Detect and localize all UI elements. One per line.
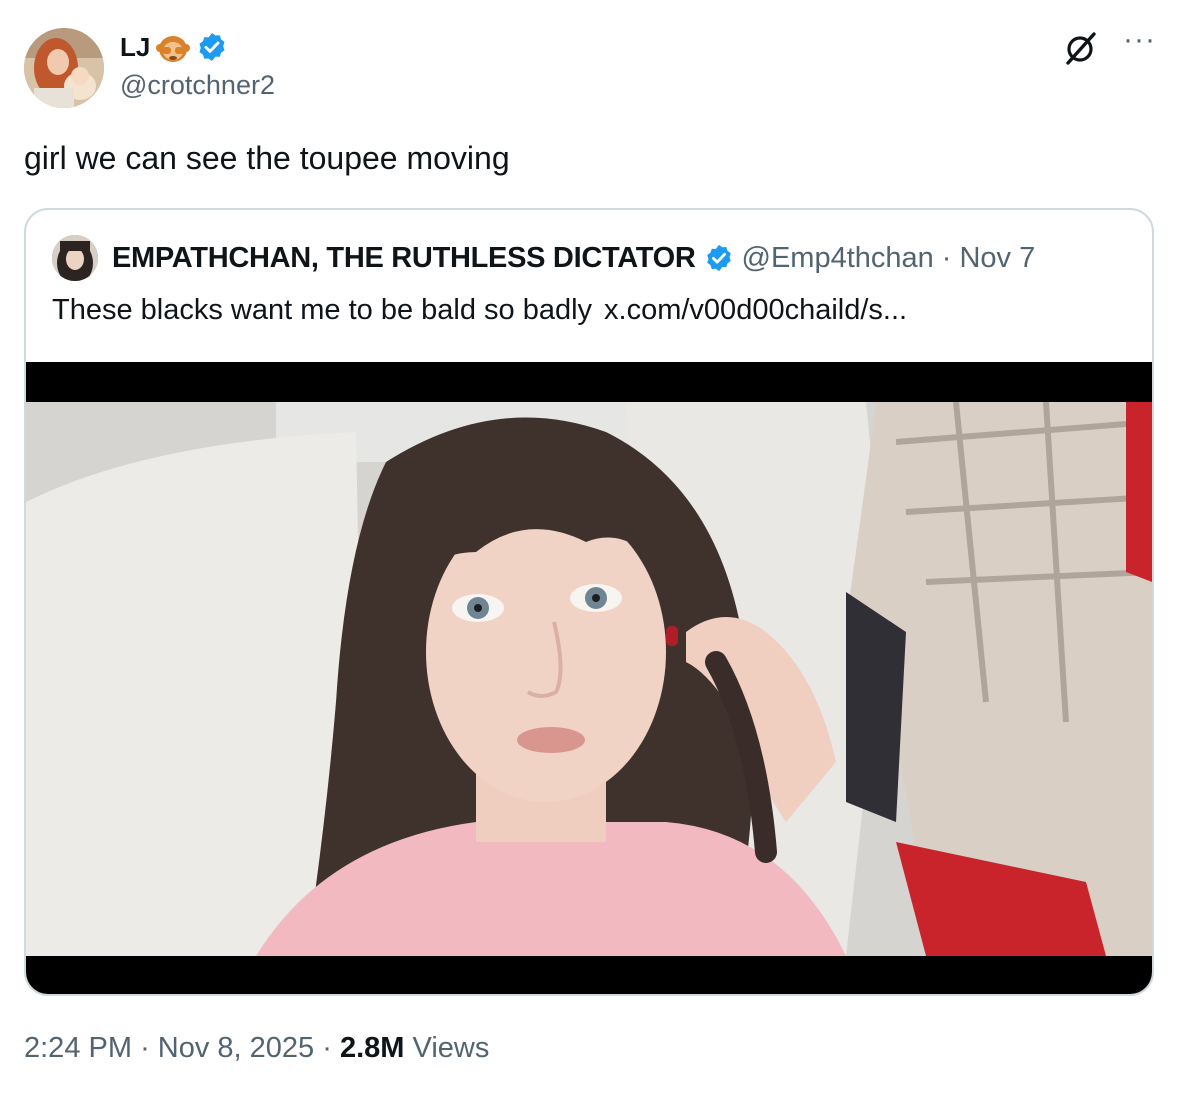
quoted-tweet-media[interactable]: [26, 362, 1152, 994]
quoted-tweet-date: Nov 7: [959, 241, 1036, 274]
quoted-tweet-link[interactable]: x.com/v00d00chaild/s...: [604, 294, 907, 326]
tweet-date[interactable]: Nov 8, 2025: [158, 1032, 314, 1064]
quoted-tweet[interactable]: EMPATHCHAN, THE RUTHLESS DICTATOR @Emp4t…: [24, 208, 1154, 996]
media-image: [26, 402, 1152, 956]
tweet-time[interactable]: 2:24 PM: [24, 1032, 132, 1064]
views-label: Views: [412, 1032, 490, 1064]
quoted-author-avatar: [52, 235, 98, 281]
more-icon[interactable]: ···: [1123, 25, 1156, 55]
separator-dot: ·: [140, 1032, 150, 1064]
separator-dot: ·: [322, 1032, 332, 1064]
tweet-actions-top: ···: [1063, 25, 1156, 66]
quoted-tweet-body: These blacks want me to be bald so badly: [52, 294, 593, 326]
views-count[interactable]: 2.8M: [340, 1032, 404, 1064]
monkey-emoji-icon: [156, 30, 191, 64]
author-name-row: LJ: [120, 30, 228, 64]
quoted-author-handle: @Emp4thchan: [741, 241, 934, 274]
quoted-tweet-text: These blacks want me to be bald so badly…: [52, 294, 907, 327]
quoted-tweet-header: EMPATHCHAN, THE RUTHLESS DICTATOR @Emp4t…: [52, 235, 1036, 281]
grok-icon[interactable]: [1063, 30, 1099, 66]
author-handle[interactable]: @crotchner2: [120, 70, 275, 101]
tweet-footer: 2:24 PM · Nov 8, 2025 · 2.8M Views: [24, 1032, 489, 1065]
author-name[interactable]: LJ: [120, 32, 150, 63]
separator-dot: ·: [941, 241, 952, 274]
verified-badge-icon: [704, 243, 734, 273]
tweet-text: girl we can see the toupee moving: [24, 140, 510, 176]
author-avatar-image: [24, 28, 104, 108]
quoted-author-name: EMPATHCHAN, THE RUTHLESS DICTATOR: [112, 241, 696, 274]
verified-badge-icon[interactable]: [196, 31, 228, 63]
author-avatar[interactable]: [24, 28, 104, 108]
